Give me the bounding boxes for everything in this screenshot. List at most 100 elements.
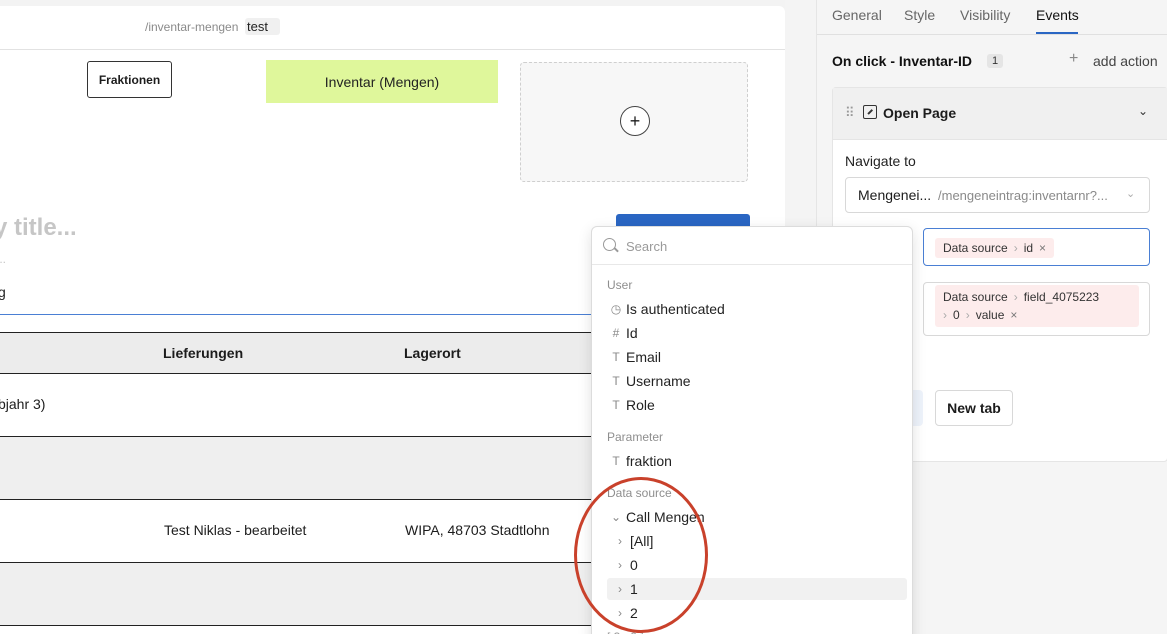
event-section-title: On click - Inventar-ID <box>832 53 973 69</box>
table-cell: WIPA, 48703 Stadtlohn <box>405 522 550 538</box>
remove-icon[interactable]: × <box>1039 241 1046 255</box>
chip-prop: value <box>975 308 1005 322</box>
table-row[interactable]: Test Niklas - bearbeitet WIPA, 48703 Sta… <box>0 500 600 563</box>
table-row[interactable] <box>0 563 600 626</box>
parameter-field-second[interactable]: Data source › field_4075223 › 0 › value × <box>923 282 1150 336</box>
chevron-right-icon: › <box>618 534 622 548</box>
option-id[interactable]: # Id <box>607 322 907 344</box>
remove-icon[interactable]: × <box>1010 308 1017 322</box>
page-select-name: Mengenei... <box>858 187 932 203</box>
page-select-path: /mengeneintrag:inventarnr?... <box>938 188 1108 203</box>
option-username[interactable]: T Username <box>607 370 907 392</box>
dropdown-search-input[interactable] <box>626 236 896 256</box>
option-label: Call Mengen <box>626 509 705 525</box>
parameter-field-inventarnr[interactable]: Data source › id × <box>923 228 1150 266</box>
chevron-right-icon: › <box>1013 241 1018 255</box>
add-element-placeholder[interactable]: + <box>520 62 748 182</box>
data-source-dropdown: User ◷ Is authenticated # Id T Email T Usern… <box>591 226 913 634</box>
text-icon: T <box>612 374 620 388</box>
column-header-lagerort[interactable]: Lagerort <box>404 345 461 361</box>
text-icon: T <box>612 398 620 412</box>
option-label: Id <box>626 325 638 341</box>
action-title: Open Page <box>883 105 957 121</box>
group-label-parameter: Parameter <box>607 430 664 444</box>
option-is-authenticated[interactable]: ◷ Is authenticated <box>607 298 907 320</box>
option-all[interactable]: › [All] <box>607 530 907 552</box>
option-label: Username <box>626 373 691 389</box>
chevron-right-icon: › <box>943 308 947 322</box>
option-label: Is authenticated <box>626 301 725 317</box>
chip-index: 0 <box>953 308 960 322</box>
chevron-right-icon: › <box>618 582 622 596</box>
navigate-to-label: Navigate to <box>845 153 916 169</box>
subtitle-placeholder[interactable]: ... <box>0 252 6 266</box>
group-label-user: User <box>607 278 633 292</box>
action-card-header[interactable]: ⠿ Open Page ⌄ <box>833 88 1167 140</box>
chevron-right-icon: › <box>1013 290 1018 304</box>
option-index-2[interactable]: › 2 <box>607 602 907 624</box>
option-label: 2 <box>630 605 638 621</box>
fraktionen-button[interactable]: Fraktionen <box>87 61 172 98</box>
action-count-badge: 1 <box>987 54 1004 68</box>
chevron-down-icon: ⌄ <box>610 510 622 524</box>
plus-icon[interactable]: + <box>1069 50 1078 68</box>
option-label: 1 <box>630 581 638 597</box>
chip-source: Data source <box>943 290 1008 304</box>
chip-source: Data source <box>943 241 1008 255</box>
option-label: fraktion <box>626 453 672 469</box>
hash-icon: # <box>612 326 620 340</box>
table-row[interactable] <box>0 437 600 500</box>
url-bar: /inventar-mengen test <box>0 6 785 50</box>
tab-events[interactable]: Events <box>1036 7 1079 23</box>
chevron-right-icon: › <box>965 308 970 322</box>
data-source-chip[interactable]: Data source › id × <box>935 238 1055 258</box>
url-path: /inventar-mengen <box>145 20 239 34</box>
option-label: [All] <box>630 533 654 549</box>
table-cell: Test Niklas - bearbeitet <box>164 522 307 538</box>
search-input-fragment[interactable]: g <box>0 284 6 300</box>
url-param-input[interactable]: test <box>245 18 280 35</box>
option-fraktion[interactable]: Tfraktion <box>607 450 907 472</box>
option-label: Role <box>626 397 655 413</box>
open-page-icon <box>863 105 877 119</box>
panel-tabs: General Style Visibility Events <box>817 0 1167 35</box>
table-header: Lieferungen Lagerort <box>0 332 600 374</box>
add-action-button[interactable]: add action <box>1093 53 1158 69</box>
drag-handle-icon[interactable]: ⠿ <box>845 105 854 121</box>
group-label-data-source: Data source <box>607 486 672 500</box>
search-underline <box>0 314 600 315</box>
check-circle-icon: ◷ <box>610 302 622 316</box>
chevron-down-icon[interactable]: ⌄ <box>1138 104 1148 118</box>
tab-style[interactable]: Style <box>904 7 935 23</box>
new-tab-button[interactable]: New tab <box>935 390 1013 426</box>
option-label: 0 <box>630 557 638 573</box>
table-row[interactable]: bjahr 3) <box>0 374 600 437</box>
add-element-button[interactable]: + <box>620 106 650 136</box>
option-email[interactable]: T Email <box>607 346 907 368</box>
chip-field: field_4075223 <box>1023 290 1100 304</box>
option-index-0[interactable]: › 0 <box>607 554 907 576</box>
active-tab-indicator <box>1036 32 1078 34</box>
column-header-lieferungen[interactable]: Lieferungen <box>163 345 243 361</box>
option-range-more[interactable]: [ 3...9 ] <box>607 626 907 634</box>
data-source-chip[interactable]: Data source › field_4075223 › 0 › value × <box>935 285 1139 327</box>
option-index-1[interactable]: › 1 <box>607 578 907 600</box>
option-role[interactable]: T Role <box>607 394 907 416</box>
chip-field: id <box>1023 241 1034 255</box>
chevron-down-icon: ⌄ <box>1126 188 1136 200</box>
text-icon: T <box>612 454 620 468</box>
title-placeholder[interactable]: y title... <box>0 214 77 242</box>
text-icon: T <box>612 350 620 364</box>
dropdown-search <box>592 227 912 265</box>
data-table: Lieferungen Lagerort bjahr 3) Test Nikla… <box>0 332 600 626</box>
chevron-right-icon: › <box>618 606 622 620</box>
inventar-button[interactable]: Inventar (Mengen) <box>266 60 498 103</box>
table-cell: bjahr 3) <box>0 396 46 412</box>
search-icon <box>603 238 616 251</box>
tab-visibility[interactable]: Visibility <box>960 7 1010 23</box>
tab-general[interactable]: General <box>832 7 882 23</box>
option-label: Email <box>626 349 662 365</box>
page-select[interactable]: Mengenei... /mengeneintrag:inventarnr?..… <box>845 177 1150 213</box>
chevron-right-icon: › <box>618 558 622 572</box>
option-call-mengen[interactable]: ⌄ Call Mengen <box>607 506 907 528</box>
